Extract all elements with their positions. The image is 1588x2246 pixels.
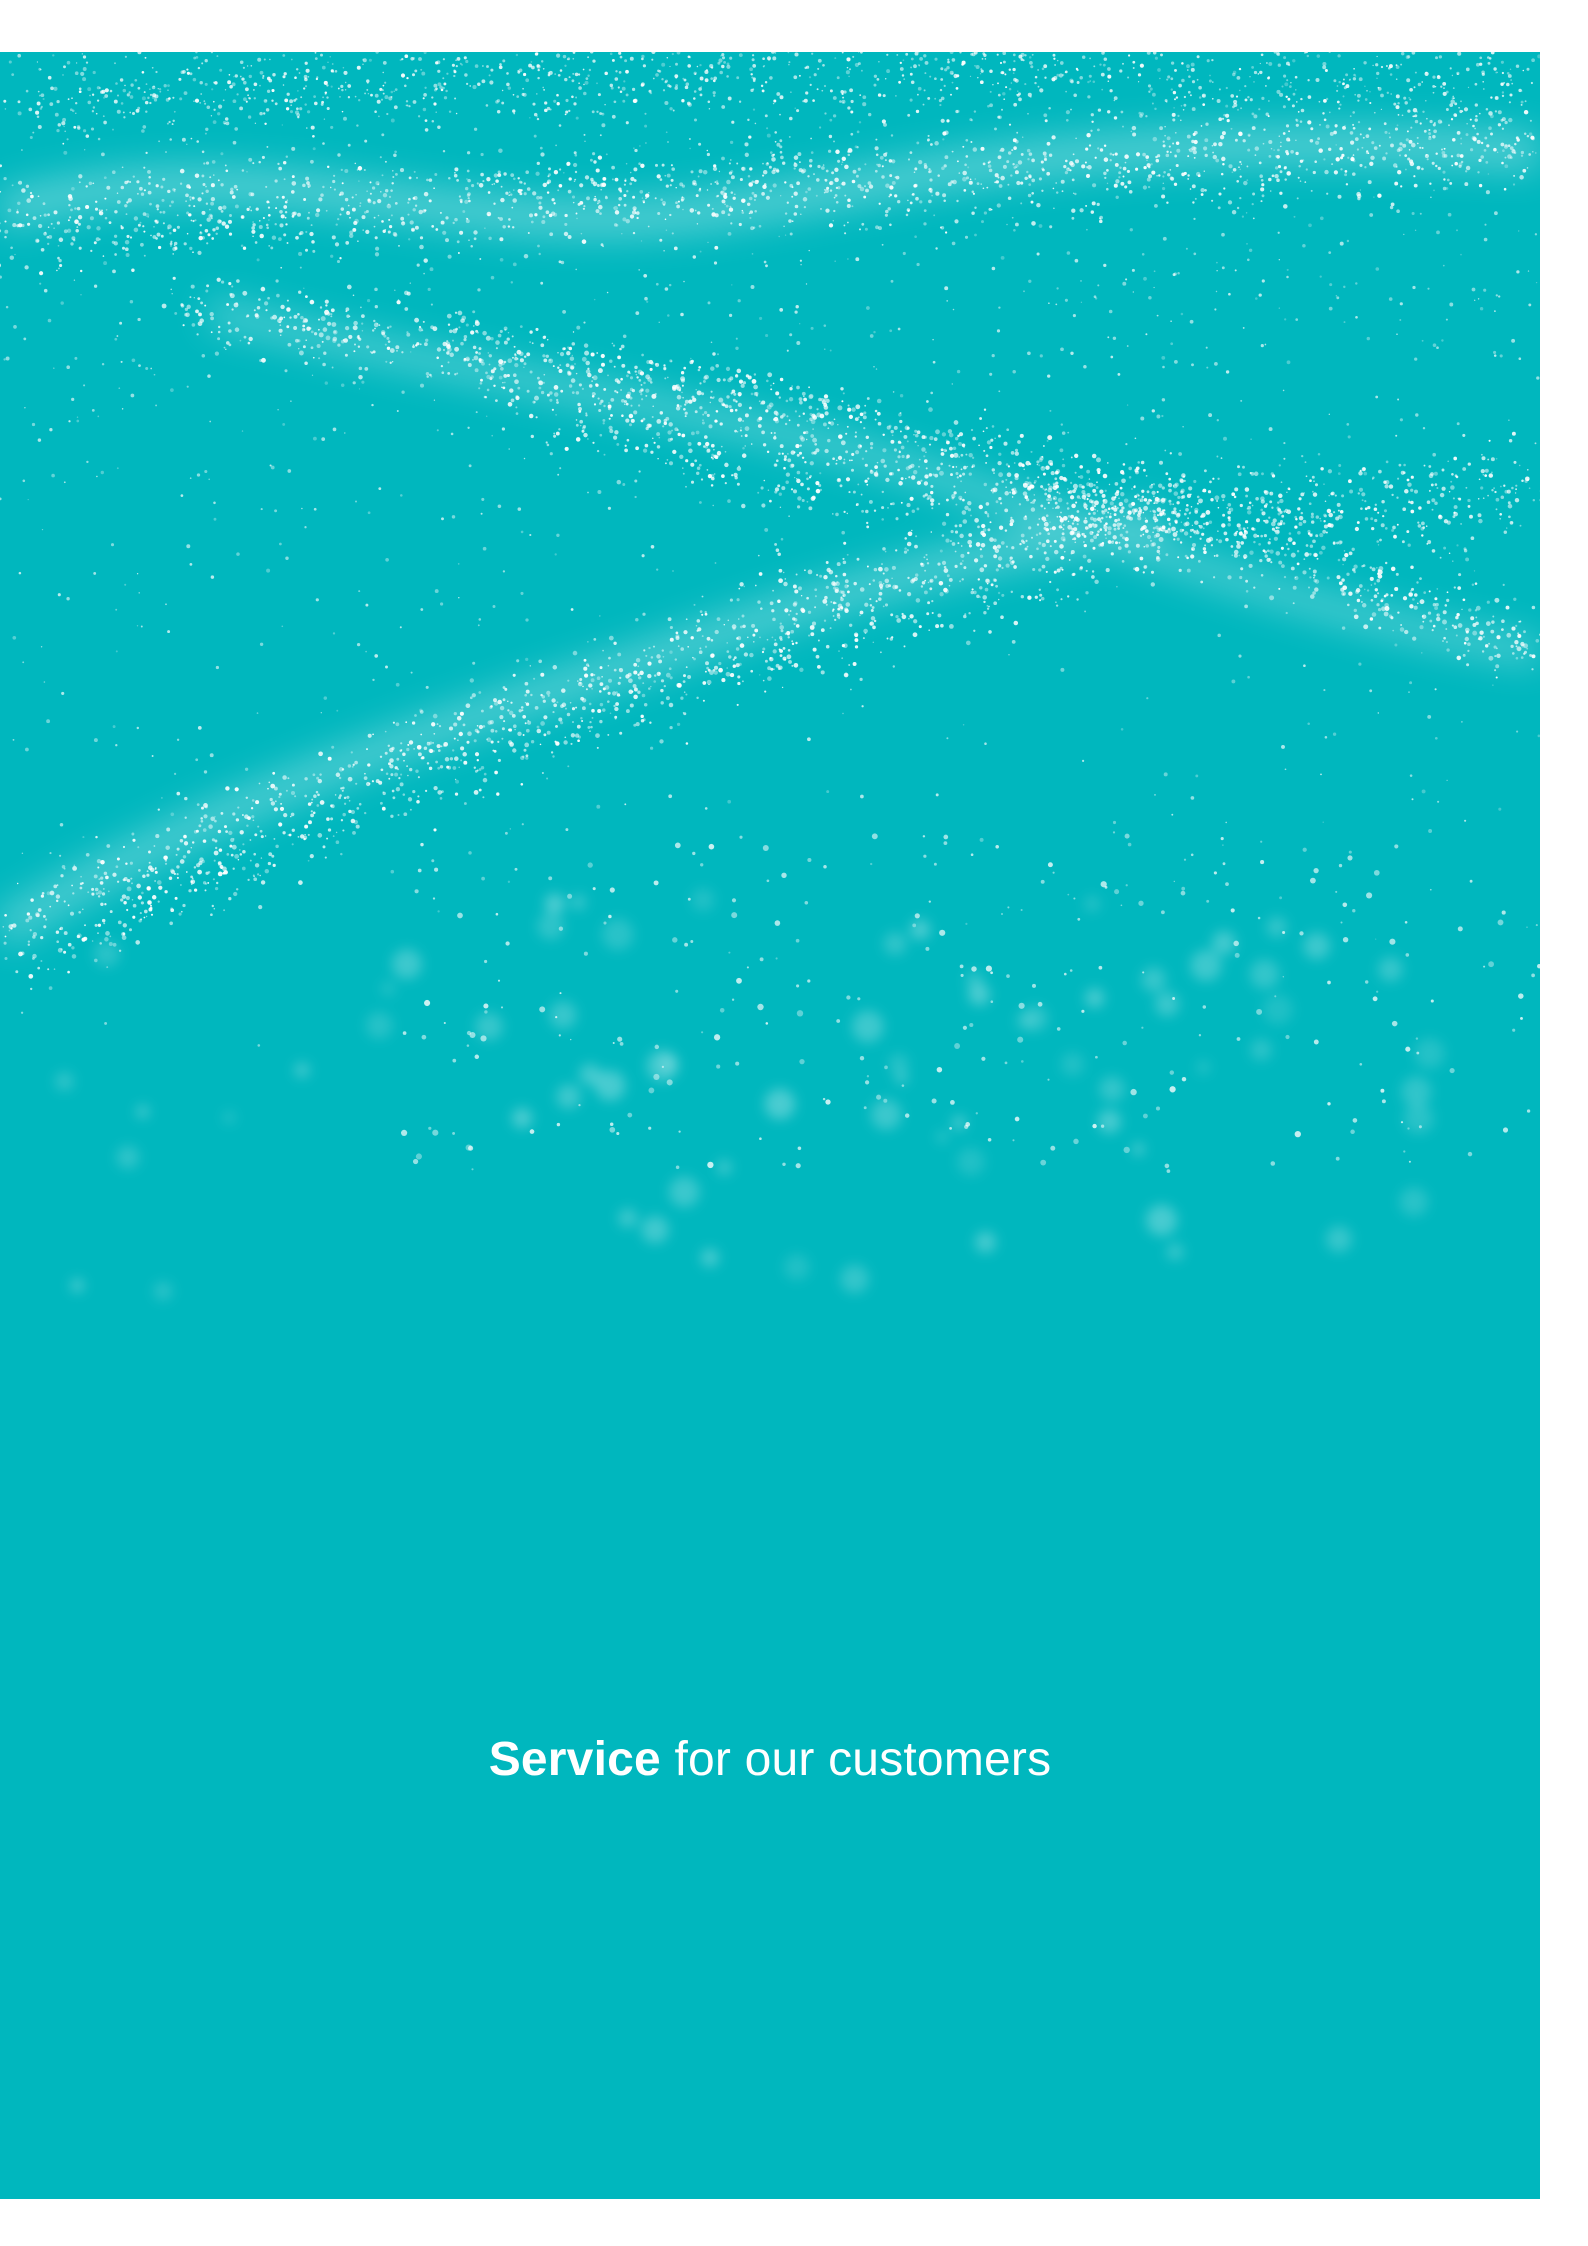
bokeh-dots (54, 888, 1445, 1301)
particle-dots (0, 52, 1540, 1173)
cover-panel: Service for our customers (0, 52, 1540, 2199)
cover-headline: Service for our customers (0, 1732, 1540, 1788)
document-page: Service for our customers (0, 0, 1588, 2246)
particle-wave-illustration (0, 52, 1540, 1301)
headline-rest: for our customers (660, 1733, 1052, 1786)
headline-emphasis: Service (488, 1733, 661, 1786)
wave-streaks (0, 126, 1540, 947)
